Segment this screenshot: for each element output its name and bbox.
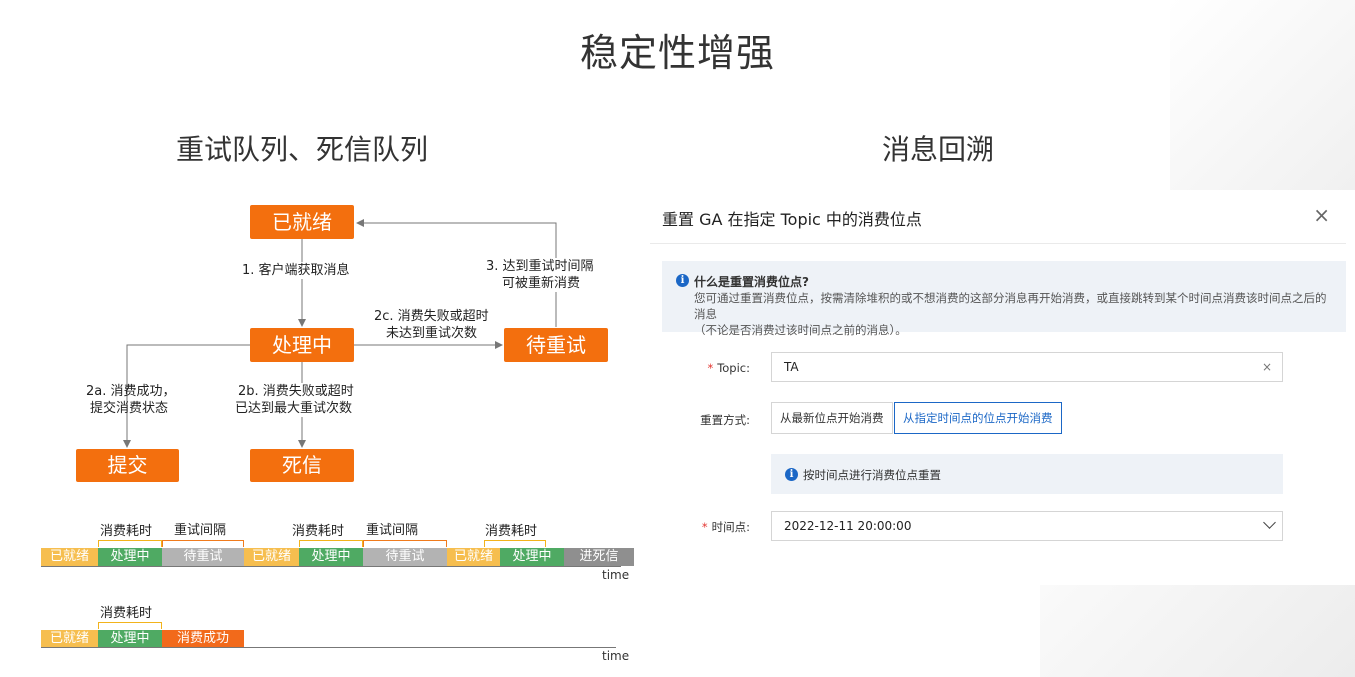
timeline-segment-success: 消费成功 bbox=[162, 630, 244, 648]
info-line: （不论是否消费过该时间点之前的消息）。 bbox=[694, 323, 907, 337]
edge-label: 可被重新消费 bbox=[502, 275, 581, 292]
mode-option-latest[interactable]: 从最新位点开始消费 bbox=[771, 402, 893, 434]
edge-label: 3. 达到重试时间隔 bbox=[486, 258, 594, 275]
bracket-label: 重试间隔 bbox=[366, 523, 419, 538]
edge-label: 未达到重试次数 bbox=[386, 326, 478, 341]
time-axis bbox=[41, 647, 616, 648]
info-line: 您可通过重置消费位点，按需清除堆积的或不想消费的这部分消息再开始消费，或直接跳转… bbox=[694, 291, 1327, 321]
time-select[interactable]: 2022-12-11 20:00:00 bbox=[771, 511, 1283, 541]
edge-label: 1. 客户端获取消息 bbox=[242, 262, 350, 279]
node-commit: 提交 bbox=[76, 449, 179, 482]
node-ready: 已就绪 bbox=[250, 205, 354, 239]
chevron-down-icon[interactable] bbox=[1263, 516, 1276, 529]
time-label-text: 时间点: bbox=[711, 520, 750, 534]
edge-label: 2c. 消费失败或超时 bbox=[374, 309, 489, 324]
info-icon: i bbox=[785, 468, 798, 481]
node-waiting-retry: 待重试 bbox=[504, 328, 608, 362]
bracket-consume-time bbox=[484, 540, 546, 547]
mode-option-timestamp[interactable]: 从指定时间点的位点开始消费 bbox=[894, 402, 1062, 434]
info-description: 您可通过重置消费位点，按需清除堆积的或不想消费的这部分消息再开始消费，或直接跳转… bbox=[694, 290, 1334, 338]
bracket-label: 消费耗时 bbox=[485, 524, 538, 539]
right-subtitle: 消息回溯 bbox=[882, 133, 995, 166]
timeline-segment-ready: 已就绪 bbox=[41, 548, 98, 566]
bracket-label: 消费耗时 bbox=[100, 524, 153, 539]
timeline-segment-waiting: 待重试 bbox=[363, 548, 447, 566]
mode-label: 重置方式: bbox=[700, 413, 750, 427]
hint-text: 按时间点进行消费位点重置 bbox=[803, 468, 941, 482]
timeline-segment-ready: 已就绪 bbox=[244, 548, 299, 566]
hint-banner: i 按时间点进行消费位点重置 bbox=[771, 454, 1283, 494]
timeline-segment-waiting: 待重试 bbox=[162, 548, 244, 566]
timeline-segment-dead-letter: 进死信 bbox=[564, 548, 634, 566]
bracket-consume-time bbox=[98, 540, 162, 547]
edge-label: 2b. 消费失败或超时 bbox=[238, 383, 354, 400]
topic-input[interactable]: TA × bbox=[771, 352, 1283, 382]
background-decoration bbox=[1040, 585, 1355, 677]
bracket-retry-interval bbox=[162, 540, 244, 547]
close-icon[interactable]: × bbox=[1313, 203, 1330, 227]
time-axis-label: time bbox=[602, 649, 630, 663]
bracket-consume-time bbox=[299, 540, 363, 547]
timeline-segment-processing: 处理中 bbox=[500, 548, 564, 566]
bracket-label: 重试间隔 bbox=[174, 523, 227, 538]
time-axis-label: time bbox=[602, 568, 630, 582]
node-dead-letter: 死信 bbox=[250, 449, 354, 482]
timeline-segment-processing: 处理中 bbox=[299, 548, 363, 566]
timeline-segment-processing: 处理中 bbox=[98, 548, 162, 566]
edge-label: 已达到最大重试次数 bbox=[235, 400, 353, 417]
timeline-segment-ready: 已就绪 bbox=[447, 548, 500, 566]
topic-label-text: Topic: bbox=[717, 361, 750, 375]
clear-icon[interactable]: × bbox=[1262, 353, 1272, 381]
timeline-segment-ready: 已就绪 bbox=[41, 630, 98, 648]
node-processing: 处理中 bbox=[250, 328, 354, 362]
info-icon: i bbox=[676, 274, 689, 287]
timeline-segment-processing: 处理中 bbox=[98, 630, 162, 648]
edge-label: 提交消费状态 bbox=[90, 401, 169, 416]
topic-label: * Topic: bbox=[650, 361, 750, 375]
topic-value: TA bbox=[784, 360, 799, 374]
bracket-retry-interval bbox=[363, 540, 447, 547]
time-axis bbox=[41, 566, 621, 567]
info-banner: i 什么是重置消费位点? 您可通过重置消费位点，按需清除堆积的或不想消费的这部分… bbox=[662, 261, 1346, 337]
edge-label: 2a. 消费成功， bbox=[86, 384, 176, 399]
info-title: 什么是重置消费位点? bbox=[694, 275, 809, 289]
time-value: 2022-12-11 20:00:00 bbox=[784, 519, 912, 533]
dialog-divider bbox=[650, 243, 1346, 244]
time-label: * 时间点: bbox=[650, 519, 750, 535]
required-mark: * bbox=[701, 520, 708, 534]
bracket-label: 消费耗时 bbox=[100, 606, 153, 621]
reset-offset-dialog: 重置 GA 在指定 Topic 中的消费位点 × i 什么是重置消费位点? 您可… bbox=[650, 193, 1346, 585]
dialog-title: 重置 GA 在指定 Topic 中的消费位点 bbox=[662, 210, 922, 229]
required-mark: * bbox=[707, 361, 714, 375]
bracket-label: 消费耗时 bbox=[292, 524, 345, 539]
bracket-consume-time bbox=[98, 622, 162, 629]
